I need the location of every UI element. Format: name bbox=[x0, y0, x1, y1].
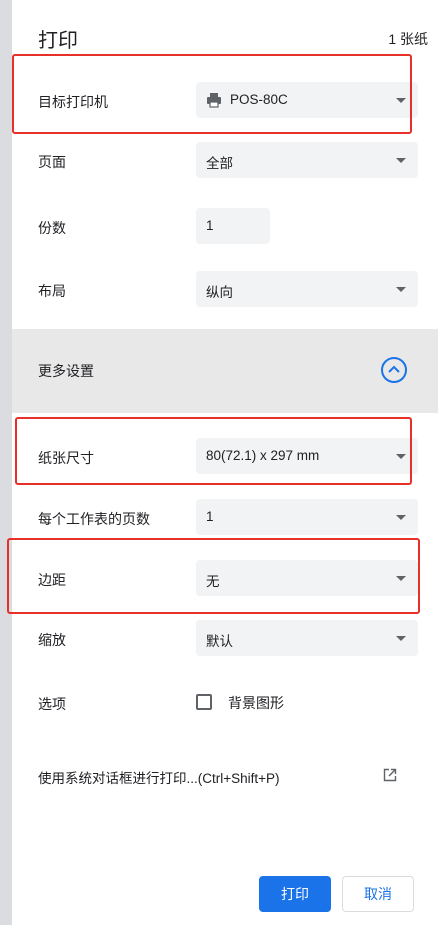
more-settings-toggle[interactable]: 更多设置 bbox=[12, 329, 438, 413]
pages-per-sheet-label: 每个工作表的页数 bbox=[38, 511, 150, 527]
pages-value: 全部 bbox=[206, 156, 233, 171]
sheet-count: 1 张纸 bbox=[388, 31, 428, 47]
preview-edge bbox=[0, 0, 12, 925]
chevron-down-icon bbox=[396, 158, 406, 163]
scale-label: 缩放 bbox=[38, 632, 66, 648]
scale-value: 默认 bbox=[206, 634, 233, 649]
chevron-down-icon bbox=[396, 515, 406, 520]
chevron-down-icon bbox=[396, 287, 406, 292]
copies-label: 份数 bbox=[38, 220, 66, 236]
options-label: 选项 bbox=[38, 696, 66, 712]
copies-row: 份数 1 bbox=[12, 198, 438, 258]
copies-input[interactable]: 1 bbox=[196, 208, 270, 244]
cancel-button[interactable]: 取消 bbox=[342, 876, 414, 912]
pages-per-sheet-select[interactable]: 1 bbox=[196, 499, 418, 535]
pages-per-sheet-value: 1 bbox=[206, 509, 214, 524]
highlight-margins bbox=[7, 538, 420, 614]
scale-row: 缩放 默认 bbox=[12, 610, 438, 670]
options-row: 选项 bbox=[12, 674, 438, 734]
layout-row: 布局 纵向 bbox=[12, 261, 438, 321]
layout-label: 布局 bbox=[38, 283, 66, 299]
dialog-title: 打印 bbox=[38, 30, 78, 52]
scale-select[interactable]: 默认 bbox=[196, 620, 418, 656]
chevron-down-icon bbox=[396, 636, 406, 641]
open-external-icon[interactable] bbox=[383, 768, 397, 782]
layout-select[interactable]: 纵向 bbox=[196, 271, 418, 307]
pages-label: 页面 bbox=[38, 154, 66, 170]
highlight-destination bbox=[12, 54, 412, 134]
background-graphics-label[interactable]: 背景图形 bbox=[228, 693, 284, 713]
pages-select[interactable]: 全部 bbox=[196, 142, 418, 178]
background-graphics-checkbox[interactable] bbox=[196, 694, 212, 710]
more-settings-label: 更多设置 bbox=[38, 363, 94, 379]
print-button[interactable]: 打印 bbox=[259, 876, 331, 912]
chevron-up-icon[interactable] bbox=[381, 357, 407, 383]
highlight-paper-size bbox=[15, 417, 412, 485]
system-dialog-link[interactable]: 使用系统对话框进行打印...(Ctrl+Shift+P) bbox=[38, 767, 280, 787]
pages-row: 页面 全部 bbox=[12, 132, 438, 192]
copies-value: 1 bbox=[206, 218, 214, 233]
layout-value: 纵向 bbox=[206, 285, 233, 300]
